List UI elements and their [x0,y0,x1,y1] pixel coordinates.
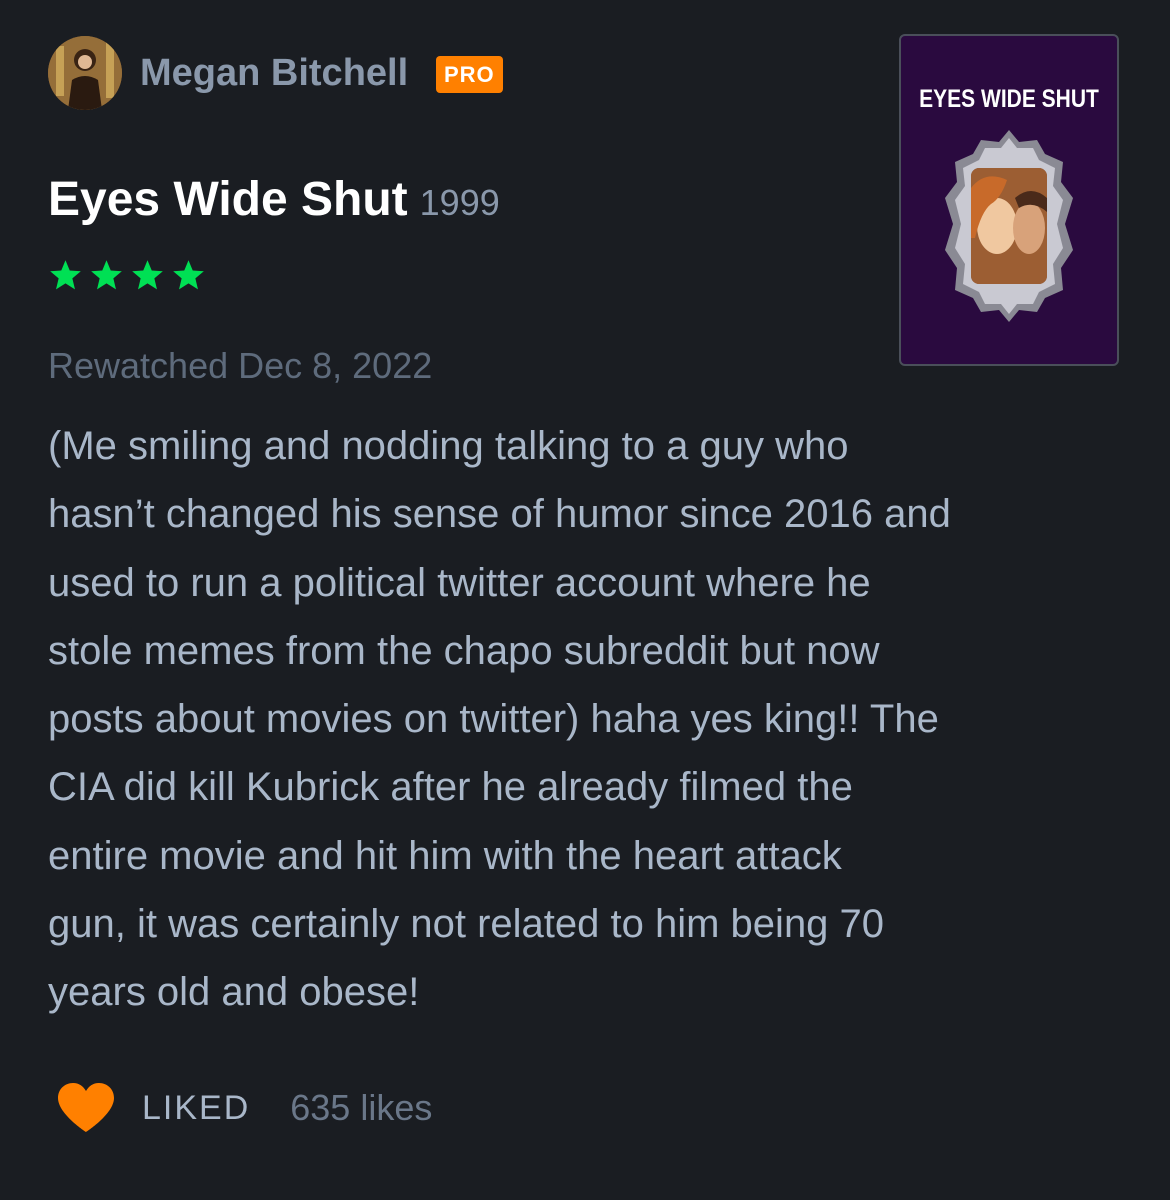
heart-icon[interactable] [56,1082,116,1134]
user-avatar-icon [48,36,122,110]
reviewer-avatar[interactable] [48,36,122,110]
star-icon [132,260,163,290]
film-title-row: Eyes Wide Shut 1999 [48,170,500,230]
star-icon [50,260,81,290]
watched-date: Rewatched Dec 8, 2022 [48,345,433,386]
review-line: stole memes from the chapo subreddit but… [48,628,880,673]
poster-title: EYES WIDE SHUT [919,85,1099,113]
review-line: entire movie and hit him with the heart … [48,833,842,878]
film-year[interactable]: 1999 [420,182,500,223]
poster-mirror-image [945,130,1073,322]
pro-badge: PRO [436,56,503,93]
review-line: posts about movies on twitter) haha yes … [48,697,939,742]
review-line: CIA did kill Kubrick after he already fi… [48,765,853,810]
like-row: LIKED 635 likes [56,1082,432,1134]
review-body: (Me smiling and nodding talking to a guy… [48,412,1128,1027]
review-line: (Me smiling and nodding talking to a guy… [48,424,849,468]
film-poster[interactable]: EYES WIDE SHUT [899,34,1119,366]
star-rating [48,258,206,293]
reviewer-name[interactable]: Megan Bitchell [140,50,408,96]
review-line: hasn’t changed his sense of humor since … [48,492,951,537]
film-title[interactable]: Eyes Wide Shut [48,173,408,226]
star-icon [91,260,122,290]
review-line: years old and obese! [48,970,420,1015]
likes-count[interactable]: 635 likes [290,1087,432,1129]
review-line: used to run a political twitter account … [48,560,871,605]
star-icon [173,260,204,290]
review-line: gun, it was certainly not related to him… [48,902,885,947]
liked-label[interactable]: LIKED [142,1089,250,1128]
